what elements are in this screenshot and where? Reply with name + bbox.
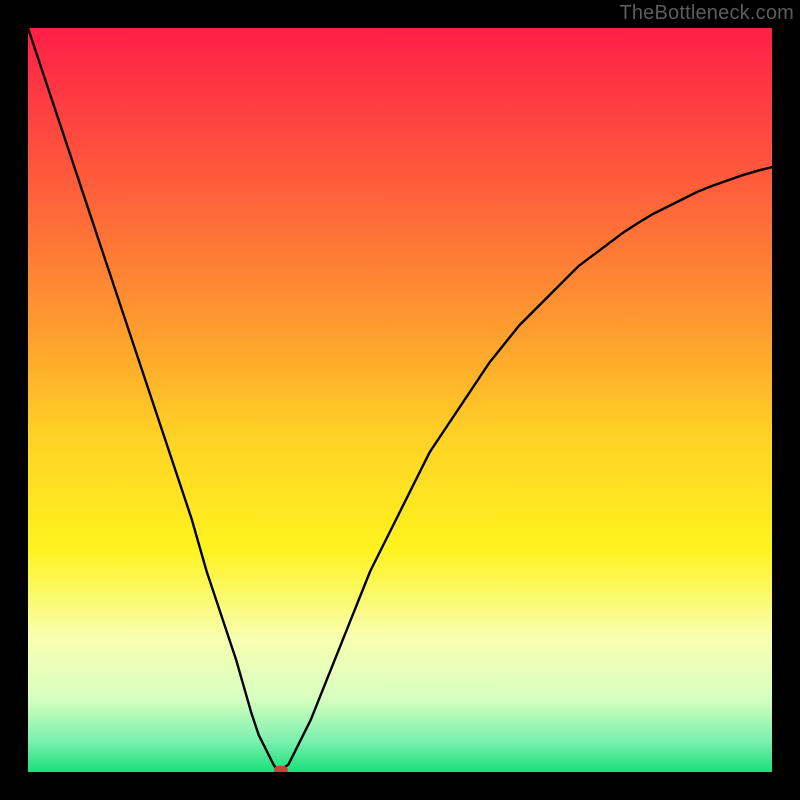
watermark-label: TheBottleneck.com	[619, 2, 794, 25]
chart-frame: TheBottleneck.com	[0, 0, 800, 800]
chart-svg	[28, 28, 772, 772]
optimum-marker	[274, 766, 288, 772]
plot-area	[28, 28, 772, 772]
plot-background	[28, 28, 772, 772]
